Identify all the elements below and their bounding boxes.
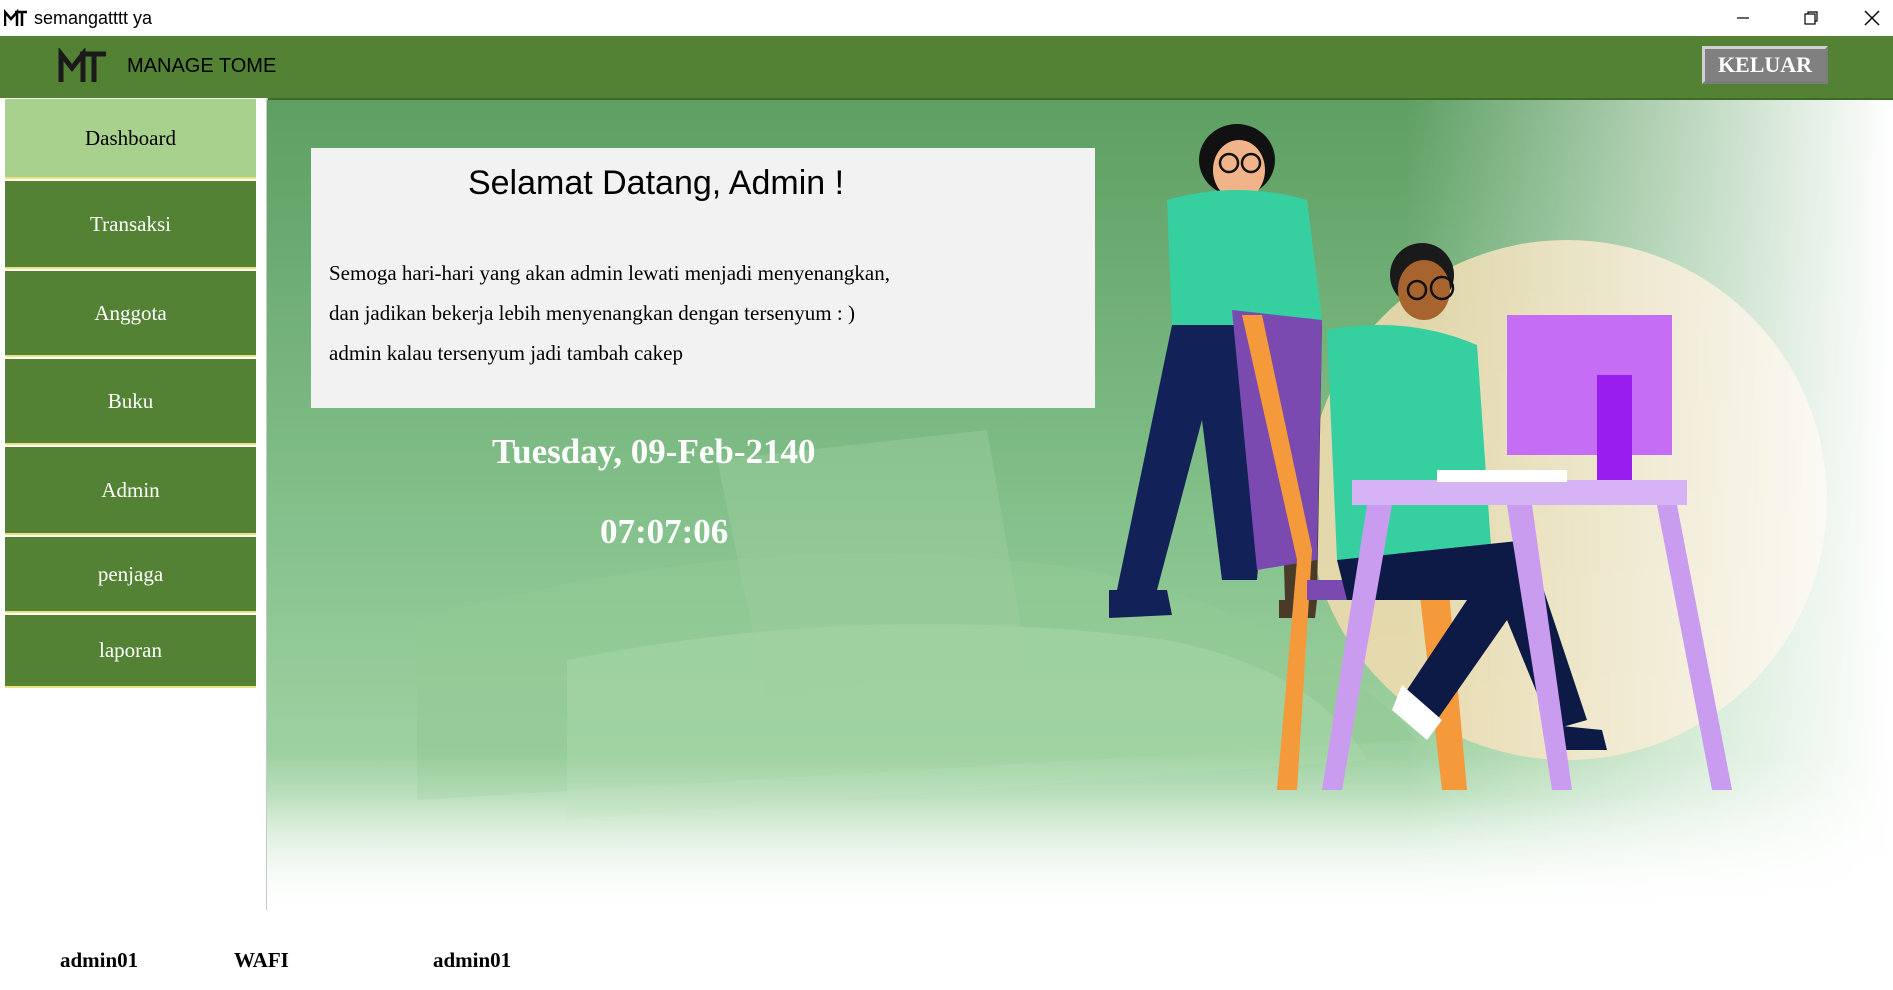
sidebar: Dashboard Transaksi Anggota Buku Admin p… [0,98,268,910]
window-titlebar: semangatttt ya [0,0,1893,36]
footer-username: admin01 [60,948,139,972]
sidebar-item-penjaga[interactable]: penjaga [5,537,256,613]
welcome-line-1: Semoga hari-hari yang akan admin lewati … [329,261,890,285]
mt-logo-icon [58,48,106,82]
sidebar-item-admin[interactable]: Admin [5,447,256,535]
close-button[interactable] [1850,0,1893,36]
close-icon [1864,10,1879,26]
sidebar-item-dashboard[interactable]: Dashboard [5,99,256,179]
logout-button[interactable]: KELUAR [1702,46,1828,84]
sidebar-item-buku[interactable]: Buku [5,359,256,445]
window-title: semangatttt ya [34,8,153,28]
app-logo-icon [4,9,27,26]
sidebar-item-anggota[interactable]: Anggota [5,271,256,357]
current-date: Tuesday, 09-Feb-2140 [492,432,816,471]
app-title: MANAGE TOME [127,55,277,77]
restore-button[interactable] [1781,0,1841,36]
welcome-title: Selamat Datang, Admin ! [467,164,845,202]
sidebar-item-laporan[interactable]: laporan [5,615,256,688]
welcome-line-2: dan jadikan bekerja lebih menyenangkan d… [329,301,855,325]
welcome-line-3: admin kalau tersenyum jadi tambah cakep [329,341,683,365]
minimize-button[interactable] [1713,0,1773,36]
current-time: 07:07:06 [600,512,729,551]
restore-icon [1804,11,1818,25]
welcome-card: Selamat Datang, Admin ! Semoga hari-hari… [311,148,1095,408]
dashboard-banner: Selamat Datang, Admin ! Semoga hari-hari… [267,100,1893,918]
minimize-icon [1737,17,1749,19]
app-header: MANAGE TOME KELUAR [0,36,1893,100]
sidebar-item-transaksi[interactable]: Transaksi [5,181,256,269]
footer-name: WAFI [234,948,289,972]
footer-role: admin01 [433,948,512,972]
